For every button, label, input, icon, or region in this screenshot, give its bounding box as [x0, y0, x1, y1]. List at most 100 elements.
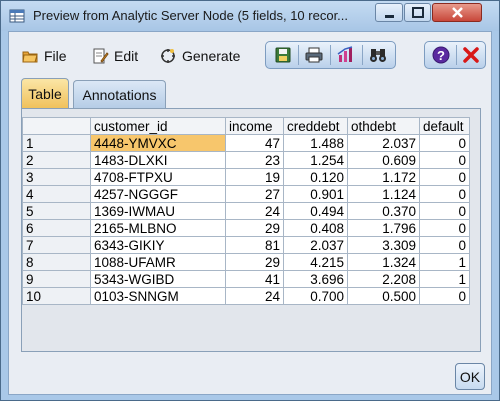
table-cell[interactable]: 2.037	[347, 134, 420, 152]
row-number[interactable]: 2	[22, 151, 91, 169]
tab-annotations[interactable]: Annotations	[73, 80, 166, 108]
menu-file[interactable]: File	[21, 46, 67, 66]
row-number[interactable]: 9	[22, 270, 91, 288]
table-cell[interactable]: 1.324	[347, 253, 420, 271]
find-button[interactable]	[364, 44, 392, 66]
generate-icon	[161, 49, 175, 63]
save-button[interactable]	[269, 44, 297, 66]
table-cell[interactable]: 29	[225, 253, 284, 271]
table-cell[interactable]: 1.172	[347, 168, 420, 186]
table-cell[interactable]: 0	[419, 236, 470, 254]
table-cell[interactable]: 1.796	[347, 219, 420, 237]
table-cell[interactable]: 29	[225, 219, 284, 237]
table-cell[interactable]: 3.696	[283, 270, 348, 288]
table-cell[interactable]: 1	[419, 270, 470, 288]
table-cell[interactable]: 1.124	[347, 185, 420, 203]
table-cell[interactable]: 24	[225, 202, 284, 220]
table-cell[interactable]: 4.215	[283, 253, 348, 271]
table-row[interactable]: 6 2165-MLBNO 29 0.408 1.796 0	[22, 219, 470, 237]
chart-button[interactable]	[332, 44, 360, 66]
close-dialog-button[interactable]	[457, 44, 485, 66]
table-cell[interactable]: 0.408	[283, 219, 348, 237]
row-number[interactable]: 1	[22, 134, 91, 152]
column-header-othdebt[interactable]: othdebt	[347, 117, 420, 135]
tab-table[interactable]: Table	[21, 78, 69, 108]
menu-edit-label: Edit	[114, 48, 139, 64]
row-number[interactable]: 5	[22, 202, 91, 220]
table-cell[interactable]: 0.901	[283, 185, 348, 203]
table-cell[interactable]: 24	[225, 287, 284, 305]
print-button[interactable]	[300, 44, 328, 66]
table-cell[interactable]: 0	[419, 134, 470, 152]
table-cell[interactable]: 5343-WGIBD	[90, 270, 226, 288]
row-number[interactable]: 8	[22, 253, 91, 271]
row-number[interactable]: 6	[22, 219, 91, 237]
table-cell[interactable]: 0.609	[347, 151, 420, 169]
ok-button[interactable]: OK	[455, 363, 485, 390]
table-cell[interactable]: 0.494	[283, 202, 348, 220]
table-cell[interactable]: 0	[419, 287, 470, 305]
row-number[interactable]: 4	[22, 185, 91, 203]
table-cell[interactable]: 1	[419, 253, 470, 271]
table-row[interactable]: 2 1483-DLXKI 23 1.254 0.609 0	[22, 151, 470, 169]
toolbar-separator	[330, 45, 331, 65]
table-row[interactable]: 4 4257-NGGGF 27 0.901 1.124 0	[22, 185, 470, 203]
table-cell[interactable]: 1369-IWMAU	[90, 202, 226, 220]
table-cell[interactable]: 19	[225, 168, 284, 186]
table-row[interactable]: 8 1088-UFAMR 29 4.215 1.324 1	[22, 253, 470, 271]
table-row[interactable]: 10 0103-SNNGM 24 0.700 0.500 0	[22, 287, 470, 305]
column-header[interactable]	[22, 117, 91, 135]
row-number[interactable]: 7	[22, 236, 91, 254]
menu-generate[interactable]: Generate	[159, 46, 240, 66]
table-cell[interactable]: 0	[419, 202, 470, 220]
folder-icon	[22, 51, 38, 63]
column-header-creddebt[interactable]: creddebt	[283, 117, 348, 135]
table-cell[interactable]: 47	[225, 134, 284, 152]
column-header-income[interactable]: income	[225, 117, 284, 135]
row-number[interactable]: 10	[22, 287, 91, 305]
table-cell[interactable]: 0	[419, 219, 470, 237]
window-close-button[interactable]	[432, 3, 482, 22]
table-cell[interactable]: 0.700	[283, 287, 348, 305]
table-cell[interactable]: 2.037	[283, 236, 348, 254]
column-header-customer-id[interactable]: customer_id	[90, 117, 226, 135]
table-cell[interactable]: 23	[225, 151, 284, 169]
title-bar[interactable]: Preview from Analytic Server Node (5 fie…	[1, 1, 499, 31]
table-cell[interactable]: 6343-GIKIY	[90, 236, 226, 254]
table-cell[interactable]: 3.309	[347, 236, 420, 254]
table-cell[interactable]: 1.254	[283, 151, 348, 169]
table-row[interactable]: 9 5343-WGIBD 41 3.696 2.208 1	[22, 270, 470, 288]
table-cell[interactable]: 1483-DLXKI	[90, 151, 226, 169]
data-table[interactable]: customer_id income creddebt othdebt defa…	[22, 117, 470, 305]
table-cell[interactable]: 0103-SNNGM	[90, 287, 226, 305]
table-row[interactable]: 1 4448-YMVXC 47 1.488 2.037 0	[22, 134, 470, 152]
table-cell[interactable]: 1.488	[283, 134, 348, 152]
help-button[interactable]: ?	[427, 44, 455, 66]
table-cell-selected[interactable]: 4448-YMVXC	[90, 134, 226, 152]
table-cell[interactable]: 4708-FTPXU	[90, 168, 226, 186]
table-cell[interactable]: 0	[419, 168, 470, 186]
table-cell[interactable]: 4257-NGGGF	[90, 185, 226, 203]
minimize-button[interactable]	[375, 3, 403, 22]
tab-annotations-label: Annotations	[82, 86, 157, 103]
table-cell[interactable]: 0.370	[347, 202, 420, 220]
table-cell[interactable]: 41	[225, 270, 284, 288]
table-cell[interactable]: 0.120	[283, 168, 348, 186]
minimize-icon	[385, 15, 394, 18]
preview-window: Preview from Analytic Server Node (5 fie…	[0, 0, 500, 401]
table-cell[interactable]: 81	[225, 236, 284, 254]
table-row[interactable]: 7 6343-GIKIY 81 2.037 3.309 0	[22, 236, 470, 254]
row-number[interactable]: 3	[22, 168, 91, 186]
column-header-default[interactable]: default	[419, 117, 470, 135]
table-cell[interactable]: 2.208	[347, 270, 420, 288]
table-cell[interactable]: 2165-MLBNO	[90, 219, 226, 237]
table-cell[interactable]: 1088-UFAMR	[90, 253, 226, 271]
maximize-button[interactable]	[404, 3, 431, 22]
table-row[interactable]: 3 4708-FTPXU 19 0.120 1.172 0	[22, 168, 470, 186]
table-row[interactable]: 5 1369-IWMAU 24 0.494 0.370 0	[22, 202, 470, 220]
menu-edit[interactable]: Edit	[91, 46, 138, 66]
table-cell[interactable]: 0	[419, 151, 470, 169]
table-cell[interactable]: 0.500	[347, 287, 420, 305]
table-cell[interactable]: 0	[419, 185, 470, 203]
table-cell[interactable]: 27	[225, 185, 284, 203]
